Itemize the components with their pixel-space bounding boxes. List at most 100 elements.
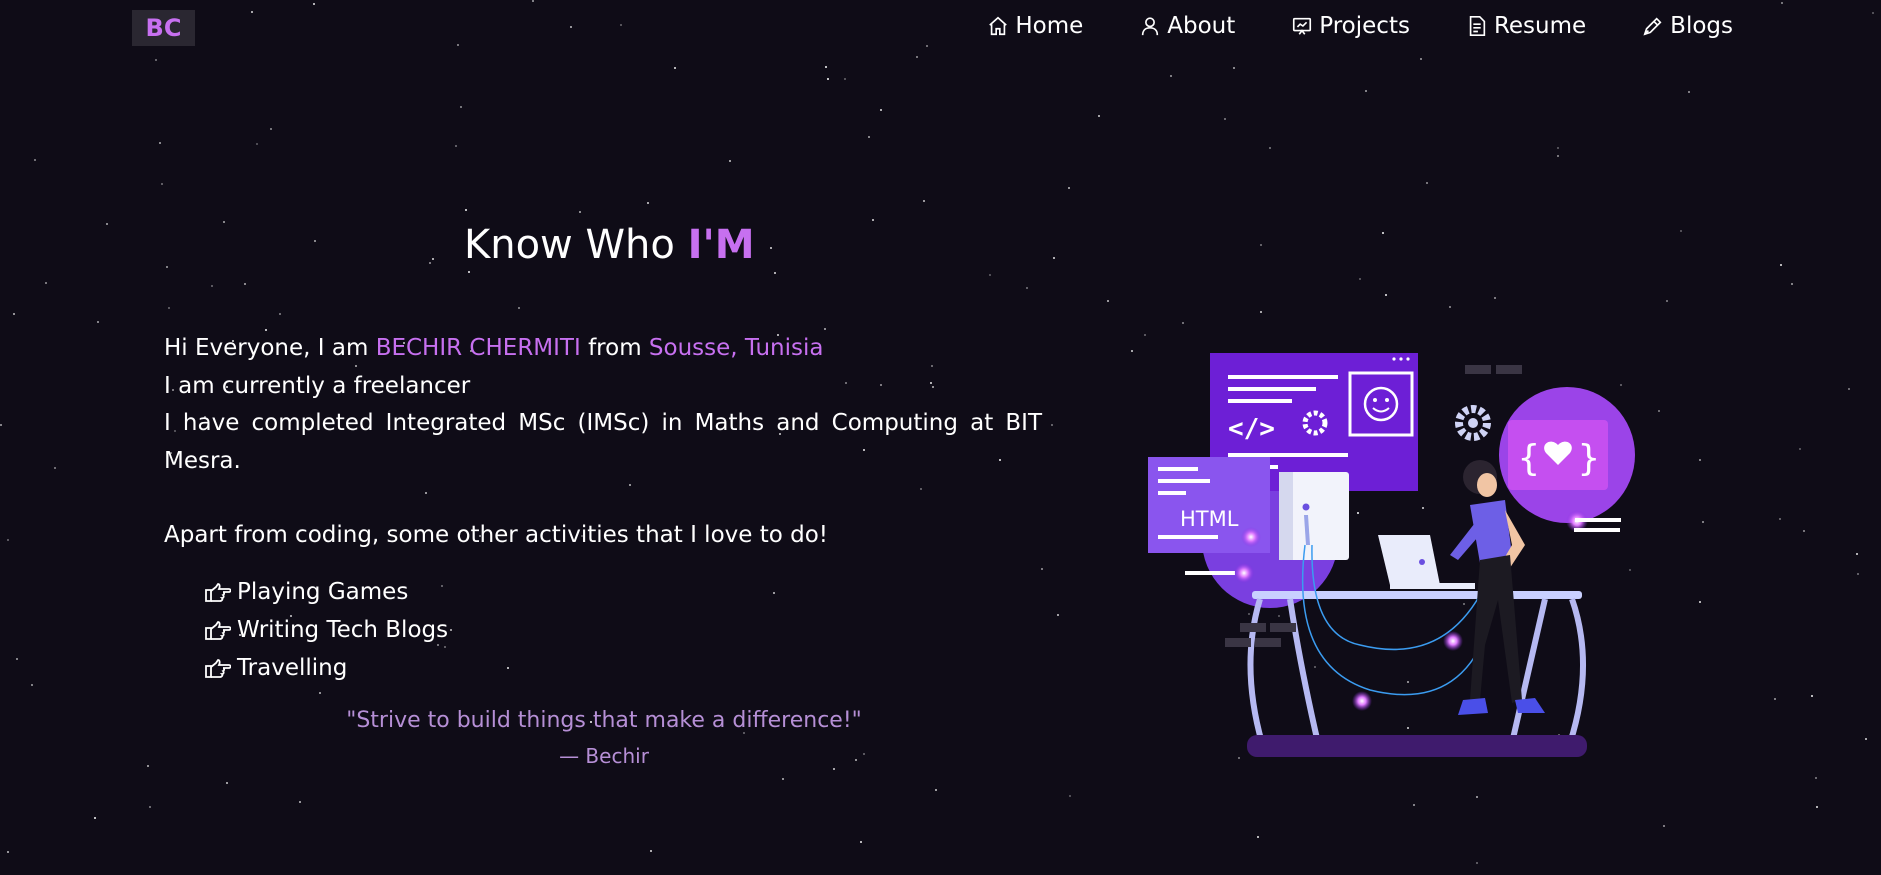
star-dot (871, 218, 874, 221)
nav-item-label: Blogs (1670, 13, 1733, 39)
quote-author: — Bechir (559, 744, 649, 768)
star-dot (223, 220, 226, 223)
star-dot (450, 628, 453, 631)
star-dot (96, 321, 99, 324)
star-dot (7, 851, 9, 854)
star-dot (1224, 118, 1227, 121)
star-dot (161, 183, 164, 186)
star-dot (922, 200, 925, 203)
star-dot (1815, 777, 1818, 780)
nav-item-projects[interactable]: Projects (1291, 8, 1410, 44)
star-dot (225, 782, 228, 785)
star-dot (782, 777, 785, 780)
nav-item-label: Home (1015, 13, 1084, 39)
main-nav: Home About Projects Resume Blogs (931, 8, 1733, 44)
star-dot (1057, 614, 1060, 617)
star-dot (1865, 738, 1868, 741)
star-dot (1811, 694, 1814, 697)
floor-base (1247, 735, 1587, 757)
star-dot (1385, 293, 1388, 296)
star-dot (6, 539, 9, 542)
brace-open: { (1518, 438, 1540, 479)
star-dot (832, 767, 835, 770)
star-dot (34, 158, 37, 161)
greeting-prefix: Hi Everyone, I am (164, 335, 369, 361)
star-dot (465, 209, 468, 212)
star-dot (1698, 601, 1701, 604)
star-dot (1052, 257, 1055, 259)
star-dot (1815, 806, 1818, 809)
star-dot (1701, 521, 1704, 524)
nav-item-blogs[interactable]: Blogs (1642, 8, 1733, 44)
user-icon (1142, 17, 1159, 36)
star-dot (935, 788, 938, 791)
star-dot (1040, 567, 1043, 570)
projects-icon (1293, 17, 1312, 35)
star-dot (915, 55, 918, 58)
education-line: I have completed Integrated MSc (IMSc) i… (164, 410, 1042, 474)
star-dot (454, 144, 457, 147)
star-dot (269, 127, 272, 130)
star-dot (619, 23, 622, 26)
star-dot (1359, 278, 1362, 281)
star-dot (1680, 230, 1683, 233)
star-dot (1106, 300, 1109, 303)
star-dot (825, 65, 828, 68)
star-dot (1773, 698, 1776, 701)
star-dot (1799, 447, 1802, 450)
star-dot (243, 283, 246, 286)
star-dot (1662, 824, 1665, 827)
nav-item-resume[interactable]: Resume (1466, 8, 1586, 44)
star-dot (770, 247, 773, 250)
star-dot (256, 143, 259, 146)
star-dot (313, 239, 316, 242)
star-dot (1476, 862, 1479, 865)
star-dot (1425, 181, 1428, 184)
star-dot (773, 271, 776, 274)
greeting-line: Hi Everyone, I am BECHIR CHERMITI from S… (164, 330, 1042, 368)
star-dot (570, 25, 573, 28)
star-dot (1259, 310, 1262, 313)
star-dot (1698, 459, 1701, 462)
star-dot (1476, 795, 1479, 798)
brand-logo-text: BC (145, 14, 182, 42)
star-dot (1144, 334, 1147, 337)
star-dot (1232, 66, 1235, 69)
star-dot (318, 692, 321, 695)
nav-item-label: About (1167, 13, 1236, 39)
star-dot (1068, 794, 1071, 797)
developer-illustration: </> HTML { } (1148, 353, 1635, 757)
star-dot (1419, 58, 1422, 60)
star-dot (165, 265, 168, 268)
star-dot (460, 106, 462, 109)
star-dot (45, 281, 48, 284)
star-dot (1365, 89, 1368, 92)
heading-prefix: Know Who (464, 222, 675, 268)
star-dot (54, 467, 57, 470)
star-dot (1657, 409, 1660, 412)
star-dot (1269, 146, 1272, 149)
star-dot (149, 805, 152, 808)
star-dot (1790, 282, 1793, 285)
person-name: BECHIR CHERMITI (375, 335, 581, 361)
brand-logo[interactable]: BC (132, 10, 195, 46)
nav-item-home[interactable]: Home (987, 8, 1083, 44)
person-location: Sousse, Tunisia (648, 335, 824, 361)
star-dot (313, 2, 316, 5)
activity-label: Writing Tech Blogs (237, 617, 449, 643)
star-dot (1872, 12, 1875, 15)
star-dot (31, 683, 34, 686)
hand-point-right-icon (205, 659, 231, 678)
star-dot (211, 285, 214, 288)
star-dot (278, 313, 281, 316)
freelancer-line: I am currently a freelancer (164, 372, 471, 399)
nav-item-about[interactable]: About (1139, 8, 1235, 44)
desk (1252, 591, 1582, 599)
star-dot (1182, 322, 1185, 325)
star-dot (1779, 518, 1782, 521)
star-dot (650, 850, 653, 853)
about-heading: Know Who I'M (464, 222, 755, 268)
home-icon (989, 16, 1008, 36)
star-dot (155, 59, 158, 62)
hand-point-right-icon (205, 621, 231, 640)
